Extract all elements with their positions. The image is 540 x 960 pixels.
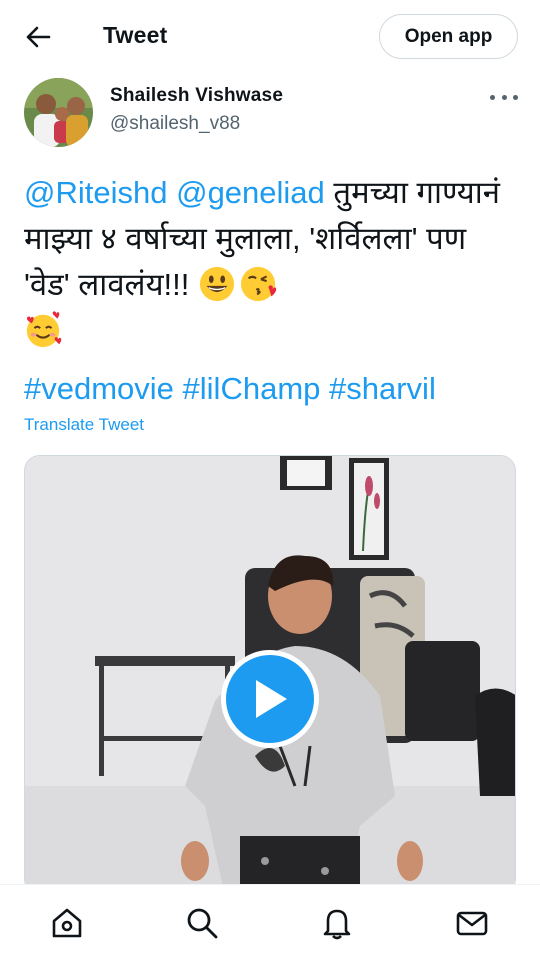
nav-messages[interactable] <box>452 903 492 943</box>
smiling-face-with-hearts-emoji-icon <box>26 311 62 348</box>
avatar-image <box>24 78 93 147</box>
bottom-navigation <box>0 884 540 960</box>
grinning-face-emoji-icon <box>199 266 235 302</box>
play-icon <box>256 680 287 718</box>
open-app-button[interactable]: Open app <box>379 14 518 59</box>
hashtag-link[interactable]: #lilChamp <box>183 371 321 406</box>
nav-notifications[interactable] <box>317 903 357 943</box>
more-options-button[interactable] <box>490 86 518 108</box>
author-name[interactable]: Shailesh Vishwase <box>110 85 283 107</box>
back-button[interactable] <box>18 20 58 54</box>
mention-link[interactable]: @Riteishd <box>24 175 167 210</box>
nav-home[interactable] <box>47 903 87 943</box>
play-button[interactable] <box>221 650 319 748</box>
face-blowing-kiss-emoji-icon <box>240 266 277 302</box>
nav-search[interactable] <box>182 903 222 943</box>
notifications-bell-icon <box>323 909 351 940</box>
search-icon <box>187 908 218 939</box>
hashtag-link[interactable]: #vedmovie <box>24 371 174 406</box>
tweet-text: @Riteishd @geneliad तुमच्या गाण्यानं माझ… <box>24 170 520 354</box>
top-bar: Tweet Open app <box>0 0 540 72</box>
messages-envelope-icon <box>456 911 488 936</box>
hashtags: #vedmovie #lilChamp #sharvil <box>24 366 436 412</box>
mention-link[interactable]: @geneliad <box>176 175 325 210</box>
translate-tweet-link[interactable]: Translate Tweet <box>24 415 144 435</box>
page-title: Tweet <box>103 22 168 48</box>
avatar[interactable] <box>24 78 93 147</box>
author-handle[interactable]: @shailesh_v88 <box>110 113 240 135</box>
arrow-left-icon <box>26 26 51 48</box>
home-icon <box>52 908 82 938</box>
hashtag-link[interactable]: #sharvil <box>329 371 436 406</box>
more-horizontal-icon <box>490 94 495 100</box>
